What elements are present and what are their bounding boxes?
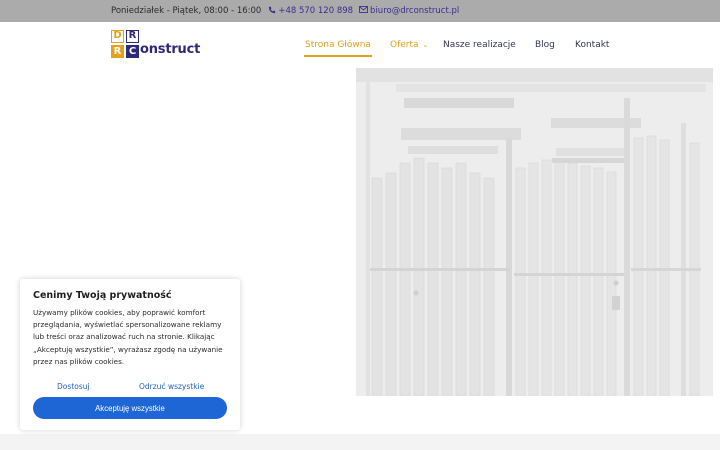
logo-letter-c: C	[126, 45, 139, 58]
chevron-down-icon: ⌄	[422, 41, 429, 49]
nav-item-strona-glowna[interactable]: Strona Główna	[304, 40, 372, 57]
customize-button[interactable]: Dostosuj	[57, 382, 90, 391]
active-nav-underline	[304, 55, 372, 57]
accept-all-button[interactable]: Akceptuję wszystkie	[33, 397, 227, 419]
cookie-title: Cenimy Twoją prywatność	[33, 290, 172, 301]
nav-item-nasze-realizacje[interactable]: Nasze realizacje	[443, 40, 516, 50]
phone-icon	[268, 6, 276, 17]
nav-label-oferta: Oferta	[390, 40, 419, 50]
email-address[interactable]: biuro@drconstruct.pl	[370, 6, 459, 16]
hero-image-metal-gates	[356, 68, 713, 396]
nav-item-blog[interactable]: Blog	[535, 40, 555, 50]
logo-letter-d: D	[111, 30, 124, 43]
site-header: D R R C onstruct Strona Główna Oferta ⌄ N…	[0, 22, 720, 68]
logo-letter-r-filled: R	[111, 45, 124, 58]
reject-all-button[interactable]: Odrzuć wszystkie	[139, 382, 204, 391]
logo-wordmark: onstruct	[140, 42, 201, 57]
drconstruct-logo[interactable]: D R R C onstruct	[111, 30, 201, 60]
cookie-description: Używamy plików cookies, aby poprawić kom…	[33, 308, 223, 366]
footer-strip	[0, 434, 720, 450]
nav-item-kontakt[interactable]: Kontakt	[575, 40, 609, 50]
nav-label-strona-glowna: Strona Główna	[305, 40, 371, 50]
top-info-bar: Poniedziałek - Piątek, 08:00 - 16:00 +48…	[0, 0, 720, 22]
opening-hours: Poniedziałek - Piątek, 08:00 - 16:00	[111, 6, 262, 16]
nav-label-kontakt: Kontakt	[575, 40, 610, 50]
nav-label-blog: Blog	[535, 40, 555, 50]
logo-letter-r-outline: R	[126, 30, 139, 43]
nav-label-nasze-realizacje: Nasze realizacje	[443, 40, 516, 50]
metal-gate-illustration	[356, 68, 713, 396]
phone-number[interactable]: +48 570 120 898	[278, 6, 353, 16]
phone-link[interactable]: +48 570 120 898	[268, 6, 353, 17]
cookie-consent-banner: Cenimy Twoją prywatność Używamy plików c…	[20, 279, 240, 430]
top-info-content: Poniedziałek - Piątek, 08:00 - 16:00 +48…	[111, 0, 459, 22]
email-link[interactable]: biuro@drconstruct.pl	[359, 6, 459, 16]
envelope-icon	[359, 6, 368, 16]
nav-item-oferta[interactable]: Oferta ⌄	[390, 40, 428, 50]
